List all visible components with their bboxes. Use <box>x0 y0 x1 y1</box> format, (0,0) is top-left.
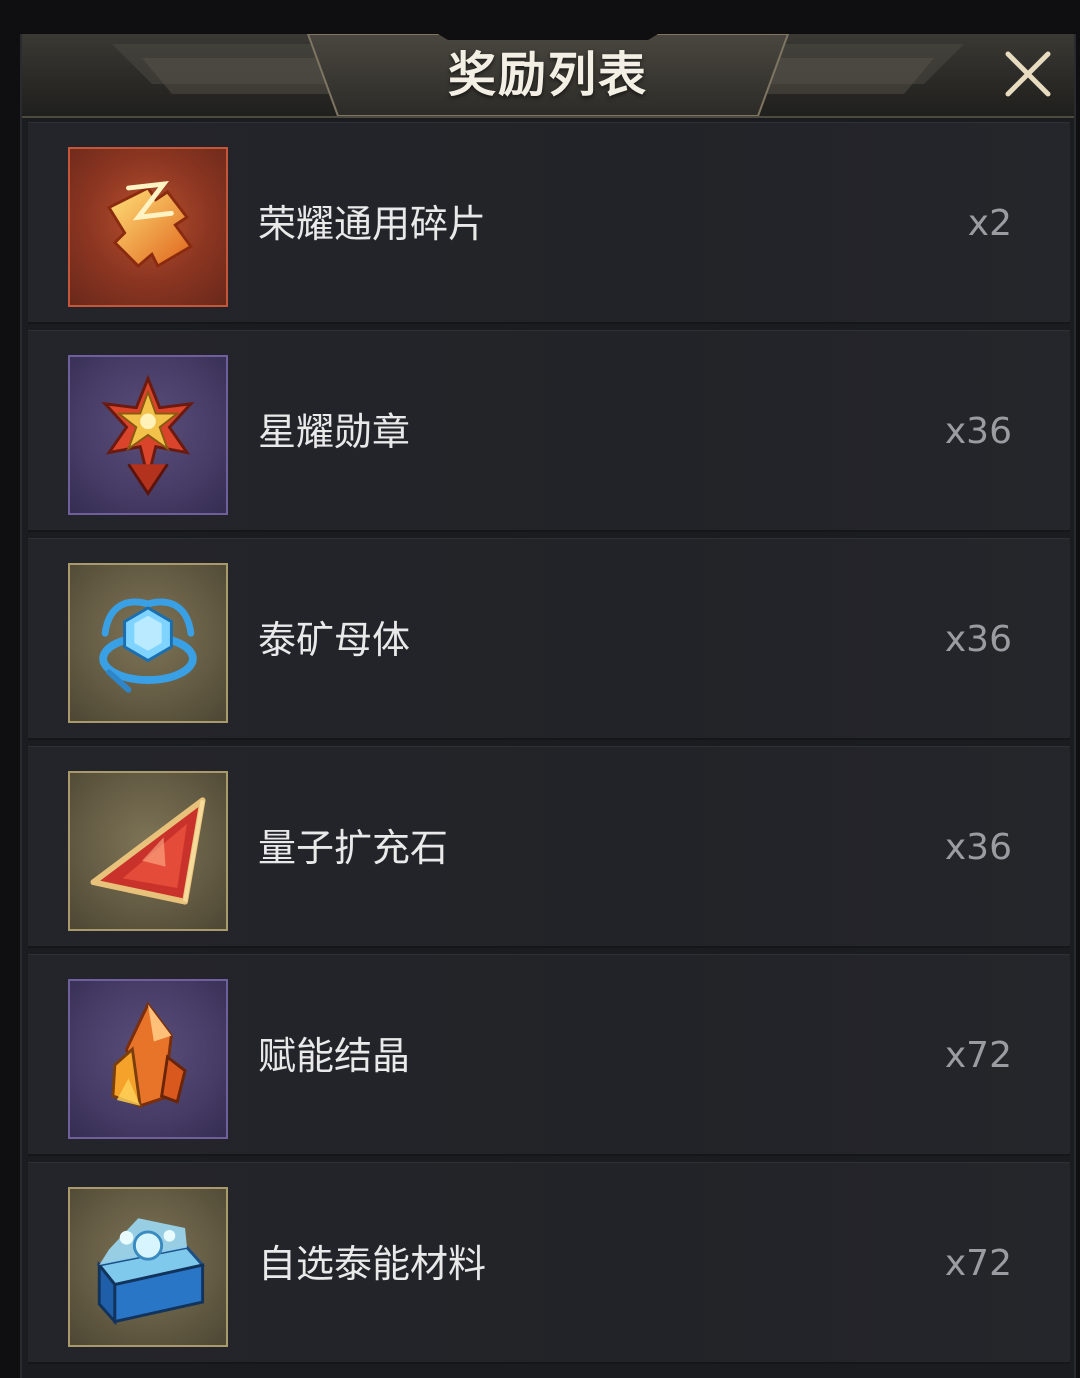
reward-icon-frame <box>68 771 228 931</box>
reward-name: 量子扩充石 <box>258 826 449 870</box>
orange-crystal-icon <box>111 1001 187 1108</box>
reward-icon-frame <box>68 979 228 1139</box>
reward-row: 星耀勋章 x36 <box>28 330 1070 532</box>
reward-name: 泰矿母体 <box>258 618 411 662</box>
treasure-chest-icon <box>96 1218 206 1326</box>
reward-quantity: x2 <box>967 203 1012 244</box>
close-button[interactable] <box>1000 46 1056 102</box>
reward-row: 自选泰能材料 x72 <box>28 1162 1070 1364</box>
reward-icon-frame <box>68 355 228 515</box>
dialog-header: 奖励列表 <box>22 34 1074 118</box>
dialog-title: 奖励列表 <box>447 47 648 103</box>
reward-quantity: x36 <box>944 411 1012 452</box>
reward-quantity: x36 <box>944 827 1012 868</box>
puzzle-fragment-icon <box>106 181 194 269</box>
reward-list-dialog: 奖励列表 荣耀通用碎片 x2 星耀勋章 x36 泰矿母体 x36 量子扩充石 x… <box>20 34 1076 1378</box>
reward-quantity: x72 <box>944 1035 1012 1076</box>
reward-quantity: x72 <box>944 1243 1012 1284</box>
reward-icon-frame <box>68 147 228 307</box>
reward-row: 量子扩充石 x36 <box>28 746 1070 948</box>
reward-row: 荣耀通用碎片 x2 <box>28 122 1070 324</box>
blue-crystal-icon <box>99 598 197 693</box>
reward-row: 泰矿母体 x36 <box>28 538 1070 740</box>
star-medal-icon <box>101 374 195 497</box>
reward-icon-frame <box>68 563 228 723</box>
triangle-stone-icon <box>90 797 206 905</box>
reward-icon-frame <box>68 1187 228 1347</box>
close-icon <box>1005 51 1051 97</box>
reward-name: 星耀勋章 <box>258 410 411 454</box>
reward-name: 荣耀通用碎片 <box>258 202 487 246</box>
reward-quantity: x36 <box>944 619 1012 660</box>
reward-name: 自选泰能材料 <box>258 1242 487 1286</box>
reward-name: 赋能结晶 <box>258 1034 411 1078</box>
reward-list[interactable]: 荣耀通用碎片 x2 星耀勋章 x36 泰矿母体 x36 量子扩充石 x36 赋能… <box>28 122 1070 1370</box>
reward-row: 赋能结晶 x72 <box>28 954 1070 1156</box>
